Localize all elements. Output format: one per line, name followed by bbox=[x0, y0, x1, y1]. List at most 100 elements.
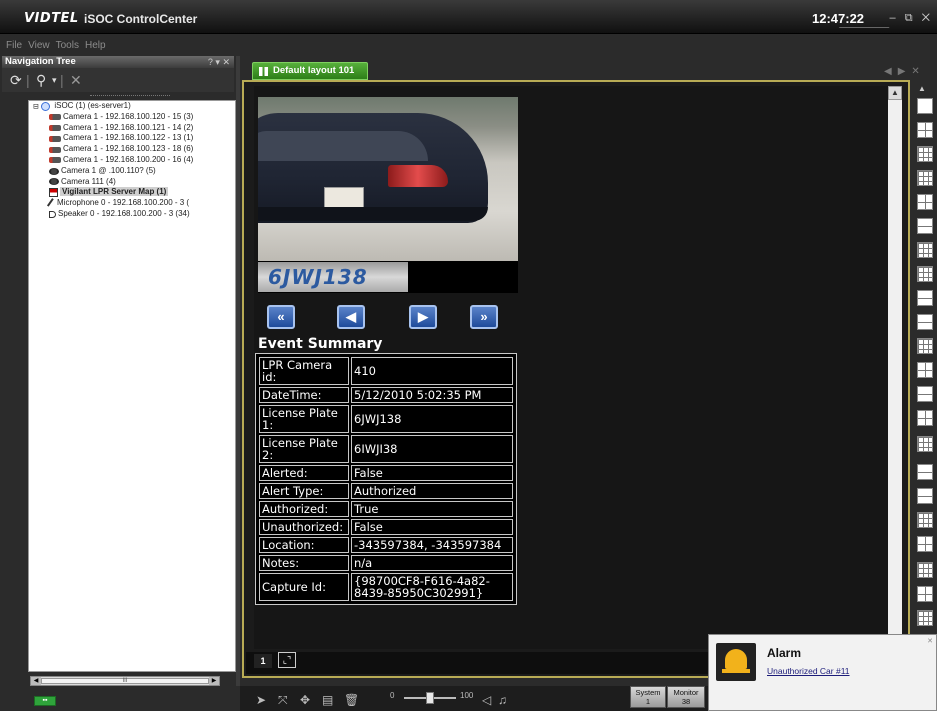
layout-2x2-icon[interactable] bbox=[917, 122, 933, 138]
scroll-left-icon[interactable]: ◀ bbox=[31, 677, 41, 685]
layout-3x3-icon[interactable] bbox=[917, 146, 933, 162]
ptz-icon[interactable]: ✥ bbox=[300, 693, 310, 707]
filter-icon[interactable]: ⚲ bbox=[36, 72, 46, 88]
tree-item[interactable]: Camera 1 - 192.168.100.121 - 14 (2) bbox=[29, 123, 235, 134]
previous-icon: ◀ bbox=[346, 309, 356, 324]
menu-tools[interactable]: Tools bbox=[56, 40, 79, 54]
event-key: LPR Camera id: bbox=[259, 357, 349, 385]
nav-horizontal-scrollbar[interactable]: ◀ III ▶ bbox=[30, 676, 220, 686]
layout-chooser bbox=[910, 80, 937, 640]
tree-item[interactable]: Camera 1 - 192.168.100.200 - 16 (4) bbox=[29, 155, 235, 166]
page-number[interactable]: 1 bbox=[254, 654, 272, 668]
previous-event-button[interactable]: ◀ bbox=[337, 305, 365, 329]
fullscreen-icon[interactable]: ⌞⌝ bbox=[278, 652, 296, 668]
camera-icon bbox=[49, 157, 61, 164]
menu-view[interactable]: View bbox=[28, 40, 50, 54]
dropdown-icon[interactable]: ▾ bbox=[52, 72, 57, 88]
collapse-icon[interactable]: ⊟ bbox=[33, 104, 39, 111]
tree-item[interactable]: Microphone 0 - 192.168.100.200 - 3 ( bbox=[29, 198, 235, 209]
tree-item[interactable]: Camera 111 (4) bbox=[29, 177, 235, 188]
layout-5x5-icon[interactable] bbox=[917, 338, 933, 354]
menu-bar: File View Tools Help bbox=[0, 40, 937, 54]
event-row: LPR Camera id: 410 bbox=[259, 357, 513, 385]
layout-1x2-icon[interactable] bbox=[917, 362, 933, 378]
tree-item-selected[interactable]: Vigilant LPR Server Map (1) bbox=[29, 187, 235, 198]
event-summary-title: Event Summary bbox=[258, 336, 383, 352]
layout-4x4-icon[interactable] bbox=[917, 170, 933, 186]
speaker-icon bbox=[49, 210, 56, 218]
layout-1plus5-icon[interactable] bbox=[917, 194, 933, 210]
layout-side-icon[interactable] bbox=[917, 464, 933, 480]
next-event-button[interactable]: ▶ bbox=[409, 305, 437, 329]
scroll-up-icon[interactable]: ▲ bbox=[888, 86, 902, 100]
layout-2x1-icon[interactable] bbox=[917, 314, 933, 330]
layout-bottom-grid-icon[interactable] bbox=[917, 512, 933, 528]
speaker-volume-icon[interactable]: ◁ bbox=[482, 693, 491, 707]
window-controls[interactable]: – ⧉ ✕ bbox=[890, 12, 933, 25]
tree-root[interactable]: ⊟ iSOC (1) (es-server1) bbox=[29, 101, 235, 112]
layout-stack-icon[interactable] bbox=[917, 488, 933, 504]
snapshot-icon[interactable]: ▤ bbox=[322, 693, 333, 707]
volume-slider-thumb[interactable] bbox=[426, 692, 434, 704]
layout-right-split-icon[interactable] bbox=[917, 536, 933, 552]
scroll-thumb[interactable]: III bbox=[41, 678, 209, 684]
volume-min-label: 0 bbox=[390, 691, 395, 700]
tab-default-layout[interactable]: Default layout 101 bbox=[252, 62, 368, 80]
layout-2plus8-icon[interactable] bbox=[917, 266, 933, 282]
isoc-window: VIDTEL iSOC ControlCenter 12:47:22 – ⧉ ✕… bbox=[0, 0, 937, 711]
alarm-message-link[interactable]: Unauthorized Car #11 bbox=[767, 666, 850, 676]
event-value: 6IWJI38 bbox=[351, 435, 513, 463]
layout-scroll-up-icon[interactable]: ▲ bbox=[918, 84, 926, 93]
layout-1plus9-icon[interactable] bbox=[917, 436, 933, 452]
app-title: iSOC ControlCenter bbox=[84, 12, 198, 26]
event-row: Location: -343597384, -343597384 bbox=[259, 537, 513, 553]
volume-max-label: 100 bbox=[460, 691, 474, 700]
event-key: License Plate 2: bbox=[259, 435, 349, 463]
next-icon: ▶ bbox=[418, 309, 428, 324]
event-value: -343597384, -343597384 bbox=[351, 537, 513, 553]
layout-frame-icon[interactable] bbox=[917, 562, 933, 578]
monitor-count-badge[interactable]: Monitor 38 bbox=[667, 686, 705, 708]
tree-item[interactable]: Camera 1 @ .100.110? (5) bbox=[29, 166, 235, 177]
event-value: 410 bbox=[351, 357, 513, 385]
tree-item[interactable]: Camera 1 - 192.168.100.123 - 18 (6) bbox=[29, 144, 235, 155]
system-count-badge[interactable]: System 1 bbox=[630, 686, 666, 708]
audio-icon[interactable]: ♫ bbox=[498, 693, 507, 707]
tree-item[interactable]: Camera 1 - 192.168.100.120 - 15 (3) bbox=[29, 112, 235, 123]
vidtel-logo: VIDTEL bbox=[24, 11, 79, 26]
layout-3x1-icon[interactable] bbox=[917, 386, 933, 402]
layout-1plus12-icon[interactable] bbox=[917, 242, 933, 258]
trash-icon[interactable]: 🗑 bbox=[344, 693, 359, 707]
menu-file[interactable]: File bbox=[6, 40, 22, 54]
toolbar-grip[interactable] bbox=[90, 95, 170, 98]
panel-splitter[interactable] bbox=[236, 56, 240, 686]
first-event-button[interactable]: « bbox=[267, 305, 295, 329]
expand-icon[interactable]: ⤧ bbox=[278, 693, 288, 707]
refresh-icon[interactable]: ⟳ bbox=[10, 72, 22, 88]
close-icon[interactable]: ✕ bbox=[927, 637, 933, 645]
layout-6x6-icon[interactable] bbox=[917, 610, 933, 626]
event-key: Capture Id: bbox=[259, 573, 349, 601]
last-icon: » bbox=[480, 309, 488, 324]
event-value: Authorized bbox=[351, 483, 513, 499]
layout-1plus7-icon[interactable] bbox=[917, 218, 933, 234]
camera-icon bbox=[49, 146, 61, 153]
tab-scroll-icons[interactable]: ◀▶✕ bbox=[884, 66, 926, 77]
scroll-right-icon[interactable]: ▶ bbox=[209, 677, 219, 685]
video-scrollbar[interactable] bbox=[888, 86, 902, 649]
event-key: DateTime: bbox=[259, 387, 349, 403]
layout-left-split-icon[interactable] bbox=[917, 586, 933, 602]
pointer-icon[interactable]: ➤ bbox=[256, 693, 266, 707]
nav-panel-controls[interactable]: ? ▾ ✕ bbox=[208, 56, 230, 68]
tree-item[interactable]: Camera 1 - 192.168.100.122 - 13 (1) bbox=[29, 133, 235, 144]
tree-item[interactable]: Speaker 0 - 192.168.100.200 - 3 (34) bbox=[29, 209, 235, 220]
event-value: {98700CF8-F616-4a82-8439-85950C302991} bbox=[351, 573, 513, 601]
layout-corner-icon[interactable] bbox=[917, 410, 933, 426]
last-event-button[interactable]: » bbox=[470, 305, 498, 329]
delete-icon[interactable]: ✕ bbox=[70, 72, 82, 88]
alarm-popup[interactable]: Alarm Unauthorized Car #11 ✕ bbox=[708, 634, 937, 711]
event-row: Notes: n/a bbox=[259, 555, 513, 571]
layout-wide-icon[interactable] bbox=[917, 290, 933, 306]
menu-help[interactable]: Help bbox=[85, 40, 106, 54]
layout-1x1-icon[interactable] bbox=[917, 98, 933, 114]
